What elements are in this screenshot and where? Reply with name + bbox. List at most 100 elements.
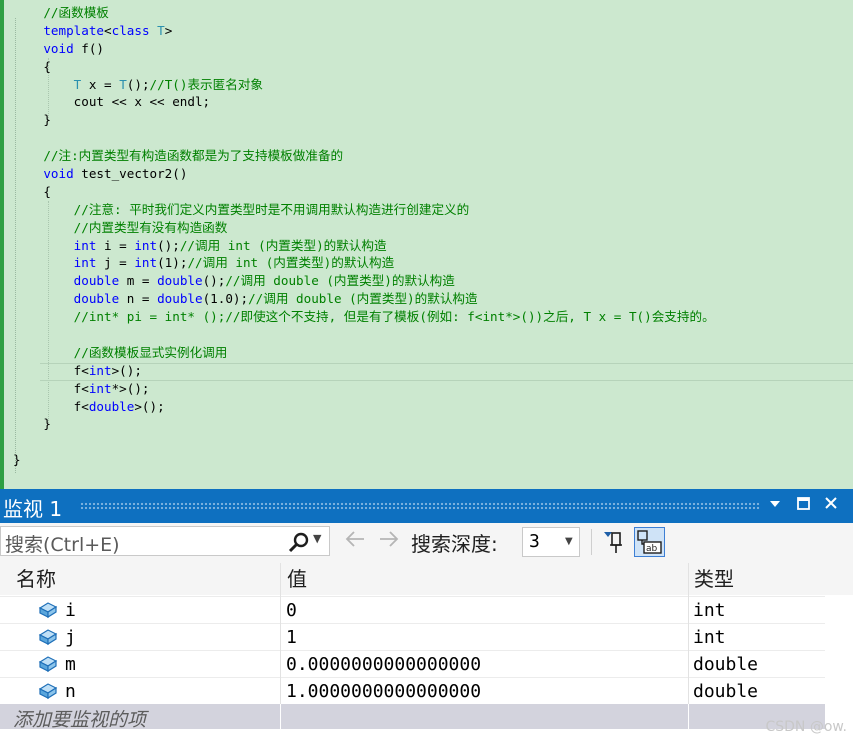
column-header-name-label: 名称 (16, 567, 56, 591)
column-header-value[interactable]: 值 (281, 563, 688, 595)
code-token: int (88, 380, 112, 396)
watch-var-value[interactable]: 0.0000000000000000 (286, 653, 481, 677)
code-line[interactable]: //注意: 平时我们定义内置类型时是不用调用默认构造进行创建定义的 (13, 201, 715, 219)
code-token: } (13, 416, 51, 432)
search-options-dropdown-icon[interactable]: ▼ (313, 532, 321, 545)
column-header-type[interactable]: 类型 (689, 563, 825, 595)
code-line[interactable]: void f() (13, 40, 715, 58)
code-line[interactable]: //int* pi = int* ();//即使这个不支持, 但是有了模板(例如… (13, 308, 715, 326)
code-line[interactable]: int j = int(1);//调用 int (内置类型)的默认构造 (13, 254, 715, 272)
code-line[interactable]: T x = T();//T()表示匿名对象 (13, 76, 715, 94)
code-line[interactable]: { (13, 58, 715, 76)
code-line[interactable]: int i = int();//调用 int (内置类型)的默认构造 (13, 237, 715, 255)
search-depth-select[interactable]: 3 ▼ (522, 527, 580, 557)
variable-icon (38, 682, 58, 700)
code-token: i = (96, 237, 135, 253)
search-depth-label: 搜索深度: (411, 532, 498, 556)
code-token: >(); (111, 362, 142, 378)
code-line[interactable]: } (13, 111, 715, 129)
forward-arrow-icon[interactable] (378, 528, 400, 556)
code-line[interactable]: double m = double();//调用 double (内置类型)的默… (13, 272, 715, 290)
code-token: int (73, 237, 97, 253)
table-row[interactable]: i 0 int (0, 596, 825, 624)
watch-title: 监视 1 (3, 497, 63, 521)
code-token: //内置类型有没有构造函数 (73, 219, 228, 235)
watch-var-value[interactable]: 1.0000000000000000 (286, 680, 481, 704)
chevron-down-icon[interactable]: ▼ (565, 536, 573, 547)
add-watch-placeholder: 添加要监视的项 (13, 709, 147, 731)
code-line[interactable]: } (13, 451, 715, 469)
search-placeholder: 搜索(Ctrl+E) (5, 534, 120, 556)
code-token: m = (119, 273, 158, 289)
code-line[interactable]: f<int*>(); (13, 380, 715, 398)
column-header-name[interactable]: 名称 (0, 563, 280, 595)
code-line[interactable]: f<int>(); (13, 362, 715, 380)
code-line[interactable]: } (13, 415, 715, 433)
watch-var-name[interactable]: i (65, 599, 76, 623)
code-line[interactable]: double n = double(1.0);//调用 double (内置类型… (13, 290, 715, 308)
hex-display-icon[interactable]: ab (634, 527, 665, 557)
variable-icon (38, 601, 58, 619)
code-line[interactable]: //内置类型有没有构造函数 (13, 219, 715, 237)
code-line[interactable]: f<double>(); (13, 398, 715, 416)
pin-icon[interactable] (601, 529, 625, 555)
code-lines[interactable]: //函数模板 template<class T> void f() { T x … (13, 4, 715, 469)
code-line[interactable]: //函数模板显式实例化调用 (13, 344, 715, 362)
column-header-type-label: 类型 (694, 567, 734, 591)
column-header-value-label: 值 (287, 567, 307, 591)
code-token: T (119, 76, 127, 92)
watch-title-bar[interactable]: 监视 1 (0, 489, 853, 523)
watch-var-type: double (693, 654, 759, 675)
search-icon[interactable] (288, 532, 309, 553)
table-row[interactable]: j 1 int (0, 623, 825, 651)
code-token: //调用 double (内置类型)的默认构造 (248, 291, 478, 307)
watch-var-name[interactable]: m (65, 653, 76, 677)
code-token: int (88, 362, 112, 378)
close-icon[interactable] (820, 495, 842, 517)
code-line[interactable]: //函数模板 (13, 4, 715, 22)
watch-grid: 名称 值 类型 i 0 int j 1 int m 0.0000000000000000 dou… (0, 563, 853, 741)
watch-var-name[interactable]: j (65, 626, 76, 650)
code-token: f< (13, 398, 89, 414)
code-editor[interactable]: //函数模板 template<class T> void f() { T x … (0, 0, 853, 489)
code-token: < (104, 22, 112, 38)
code-line[interactable]: { (13, 183, 715, 201)
code-token: double (157, 273, 203, 289)
watch-var-type: int (693, 600, 726, 621)
watch-var-name[interactable]: n (65, 680, 76, 704)
watch-var-type: double (693, 681, 759, 702)
watch-var-value[interactable]: 1 (286, 626, 297, 650)
code-token: *>(); (111, 380, 150, 396)
watch-var-value[interactable]: 0 (286, 599, 297, 623)
code-token: cout << x << endl; (13, 94, 211, 110)
code-line[interactable]: cout << x << endl; (13, 93, 715, 111)
code-line[interactable]: template<class T> (13, 22, 715, 40)
table-row[interactable]: n 1.0000000000000000 double (0, 677, 825, 705)
maximize-icon[interactable] (792, 495, 814, 517)
code-line[interactable] (13, 129, 715, 147)
search-input[interactable]: 搜索(Ctrl+E) ▼ (0, 526, 330, 556)
title-drag-grip[interactable] (80, 502, 760, 510)
code-token: //int* pi = int* ();//即使这个不支持, 但是有了模板(例如… (73, 309, 715, 325)
code-token: double (73, 273, 120, 289)
code-token: int (73, 255, 97, 271)
code-line[interactable]: //注:内置类型有构造函数都是为了支持模板做准备的 (13, 147, 715, 165)
code-line[interactable]: void test_vector2() (13, 165, 715, 183)
code-token: double (157, 291, 203, 307)
add-watch-row[interactable]: 添加要监视的项 (0, 704, 825, 731)
back-arrow-icon[interactable] (344, 528, 366, 556)
code-line[interactable] (13, 326, 715, 344)
table-row[interactable]: m 0.0000000000000000 double (0, 650, 825, 678)
code-line[interactable] (13, 433, 715, 451)
code-token: int (134, 237, 158, 253)
dropdown-icon[interactable] (764, 495, 786, 517)
